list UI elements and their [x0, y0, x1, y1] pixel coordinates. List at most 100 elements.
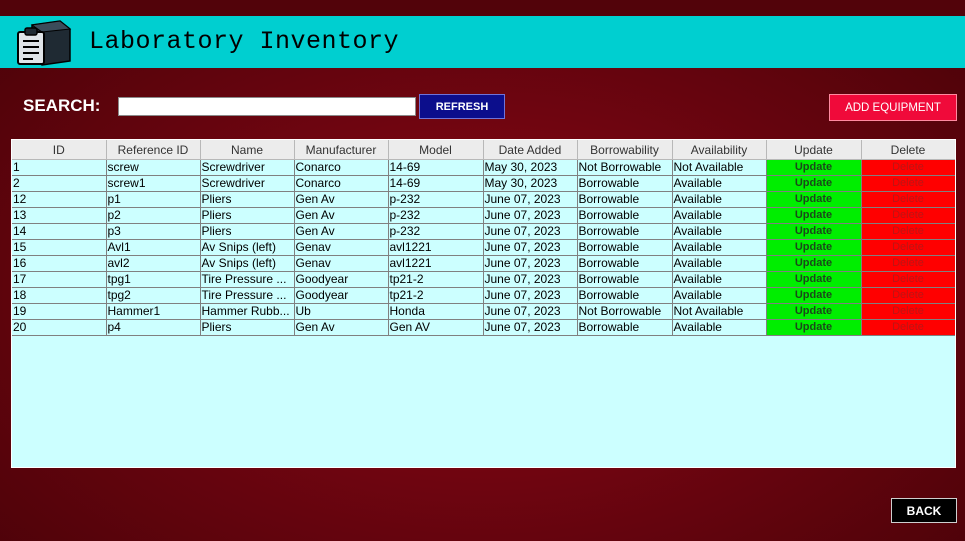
table-row[interactable]: 18 tpg2 Tire Pressure ... Goodyear tp21-2 Jun…: [12, 287, 955, 304]
cell-availability: Available: [672, 255, 767, 272]
delete-button[interactable]: Delete: [861, 271, 955, 288]
inventory-table-panel[interactable]: ID Reference ID Name Manufacturer Model …: [11, 139, 956, 468]
cell-reference-id: Avl1: [106, 239, 201, 256]
cell-manufacturer: Conarco: [294, 175, 389, 192]
cell-model: p-232: [388, 207, 484, 224]
table-row[interactable]: 12 p1 Pliers Gen Av p-232 June 07, 2023 Borrow…: [12, 191, 955, 208]
delete-button[interactable]: Delete: [861, 191, 955, 208]
add-equipment-button[interactable]: ADD EQUIPMENT: [829, 94, 957, 121]
cell-borrowability: Borrowable: [577, 191, 673, 208]
cell-availability: Available: [672, 191, 767, 208]
column-header-name[interactable]: Name: [200, 140, 295, 160]
column-header-availability[interactable]: Availability: [672, 140, 767, 160]
cell-borrowability: Borrowable: [577, 271, 673, 288]
cell-id: 12: [12, 191, 107, 208]
cell-reference-id: tpg1: [106, 271, 201, 288]
delete-button[interactable]: Delete: [861, 319, 955, 336]
table-row[interactable]: 13 p2 Pliers Gen Av p-232 June 07, 2023 Borrow…: [12, 207, 955, 224]
cell-availability: Available: [672, 223, 767, 240]
update-button[interactable]: Update: [766, 223, 862, 240]
cell-id: 19: [12, 303, 107, 320]
table-row[interactable]: 16 avl2 Av Snips (left) Genav avl1221 June 07…: [12, 255, 955, 272]
cell-model: avl1221: [388, 239, 484, 256]
table-row[interactable]: 17 tpg1 Tire Pressure ... Goodyear tp21-2 Jun…: [12, 271, 955, 288]
cell-manufacturer: Gen Av: [294, 223, 389, 240]
delete-button[interactable]: Delete: [861, 223, 955, 240]
table-row[interactable]: 20 p4 Pliers Gen Av Gen AV June 07, 2023 Borro…: [12, 319, 955, 336]
cell-manufacturer: Genav: [294, 239, 389, 256]
table-row[interactable]: 19 Hammer1 Hammer Rubb... Ub Honda June 07, 2…: [12, 303, 955, 320]
cell-borrowability: Borrowable: [577, 255, 673, 272]
cell-date-added: June 07, 2023: [483, 303, 578, 320]
inventory-table: ID Reference ID Name Manufacturer Model …: [12, 140, 955, 336]
column-header-update[interactable]: Update: [766, 140, 862, 160]
cell-name: Pliers: [200, 207, 295, 224]
table-row[interactable]: 15 Avl1 Av Snips (left) Genav avl1221 June 07…: [12, 239, 955, 256]
update-button[interactable]: Update: [766, 255, 862, 272]
table-row[interactable]: 1 screw Screwdriver Conarco 14-69 May 30, 202…: [12, 159, 955, 176]
update-button[interactable]: Update: [766, 239, 862, 256]
update-button[interactable]: Update: [766, 287, 862, 304]
cell-date-added: June 07, 2023: [483, 271, 578, 288]
cell-model: p-232: [388, 223, 484, 240]
cell-model: 14-69: [388, 175, 484, 192]
cell-manufacturer: Gen Av: [294, 319, 389, 336]
cell-date-added: May 30, 2023: [483, 159, 578, 176]
delete-button[interactable]: Delete: [861, 287, 955, 304]
update-button[interactable]: Update: [766, 319, 862, 336]
cell-manufacturer: Goodyear: [294, 287, 389, 304]
column-header-date-added[interactable]: Date Added: [483, 140, 578, 160]
column-header-manufacturer[interactable]: Manufacturer: [294, 140, 389, 160]
cell-id: 14: [12, 223, 107, 240]
delete-button[interactable]: Delete: [861, 207, 955, 224]
search-input[interactable]: [118, 97, 416, 116]
cell-reference-id: p3: [106, 223, 201, 240]
back-button[interactable]: BACK: [891, 498, 957, 523]
update-button[interactable]: Update: [766, 207, 862, 224]
cell-reference-id: tpg2: [106, 287, 201, 304]
cell-manufacturer: Gen Av: [294, 191, 389, 208]
cell-name: Av Snips (left): [200, 255, 295, 272]
table-row[interactable]: 2 screw1 Screwdriver Conarco 14-69 May 30, 20…: [12, 175, 955, 192]
cell-manufacturer: Gen Av: [294, 207, 389, 224]
column-header-model[interactable]: Model: [388, 140, 484, 160]
cell-model: 14-69: [388, 159, 484, 176]
search-label: SEARCH:: [23, 96, 101, 115]
cell-availability: Available: [672, 175, 767, 192]
cell-id: 17: [12, 271, 107, 288]
cell-borrowability: Borrowable: [577, 207, 673, 224]
column-header-reference-id[interactable]: Reference ID: [106, 140, 201, 160]
update-button[interactable]: Update: [766, 303, 862, 320]
cell-id: 18: [12, 287, 107, 304]
delete-button[interactable]: Delete: [861, 303, 955, 320]
cell-name: Tire Pressure ...: [200, 271, 295, 288]
column-header-id[interactable]: ID: [12, 140, 107, 160]
app-title: Laboratory Inventory: [89, 27, 400, 56]
update-button[interactable]: Update: [766, 191, 862, 208]
refresh-button[interactable]: REFRESH: [419, 94, 505, 119]
cell-manufacturer: Ub: [294, 303, 389, 320]
cell-date-added: June 07, 2023: [483, 287, 578, 304]
cell-id: 15: [12, 239, 107, 256]
cell-model: p-232: [388, 191, 484, 208]
cell-id: 20: [12, 319, 107, 336]
cell-availability: Not Available: [672, 303, 767, 320]
update-button[interactable]: Update: [766, 271, 862, 288]
cell-borrowability: Not Borrowable: [577, 303, 673, 320]
delete-button[interactable]: Delete: [861, 239, 955, 256]
cell-name: Av Snips (left): [200, 239, 295, 256]
column-header-delete[interactable]: Delete: [861, 140, 955, 160]
table-row[interactable]: 14 p3 Pliers Gen Av p-232 June 07, 2023 Borrow…: [12, 223, 955, 240]
cell-borrowability: Borrowable: [577, 239, 673, 256]
cell-date-added: June 07, 2023: [483, 223, 578, 240]
delete-button[interactable]: Delete: [861, 159, 955, 176]
delete-button[interactable]: Delete: [861, 255, 955, 272]
cell-name: Pliers: [200, 223, 295, 240]
update-button[interactable]: Update: [766, 175, 862, 192]
update-button[interactable]: Update: [766, 159, 862, 176]
cell-date-added: May 30, 2023: [483, 175, 578, 192]
delete-button[interactable]: Delete: [861, 175, 955, 192]
cell-availability: Available: [672, 207, 767, 224]
column-header-borrowability[interactable]: Borrowability: [577, 140, 673, 160]
cell-availability: Available: [672, 271, 767, 288]
